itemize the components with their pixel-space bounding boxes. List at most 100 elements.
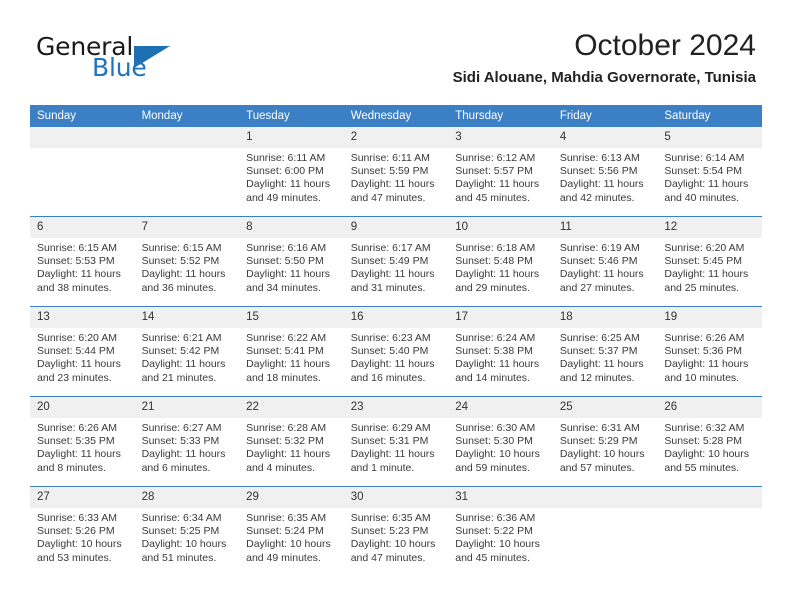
day-cell-inner: 27 Sunrise: 6:33 AM Sunset: 5:26 PM Dayligh… xyxy=(30,487,135,576)
day-details: Sunrise: 6:21 AM Sunset: 5:42 PM Daylight:… xyxy=(135,328,240,385)
calendar-day-cell[interactable]: 15 Sunrise: 6:22 AM Sunset: 5:41 PM Dayligh… xyxy=(239,306,344,397)
calendar-day-cell[interactable]: 18 Sunrise: 6:25 AM Sunset: 5:37 PM Dayligh… xyxy=(552,306,658,397)
weekday-header-tuesday: Tuesday xyxy=(239,105,344,127)
calendar-day-cell[interactable]: 20 Sunrise: 6:26 AM Sunset: 5:35 PM Dayligh… xyxy=(30,396,135,487)
day-number: 30 xyxy=(343,487,449,508)
calendar-day-cell[interactable]: 10 Sunrise: 6:18 AM Sunset: 5:48 PM Dayligh… xyxy=(448,216,553,307)
daylight-text-line1: Daylight: 11 hours xyxy=(559,358,644,371)
calendar-day-cell[interactable]: 12 Sunrise: 6:20 AM Sunset: 5:45 PM Dayligh… xyxy=(657,216,762,307)
day-details: Sunrise: 6:23 AM Sunset: 5:40 PM Daylight:… xyxy=(344,328,449,385)
calendar-day-cell[interactable]: 16 Sunrise: 6:23 AM Sunset: 5:40 PM Dayligh… xyxy=(343,306,449,397)
calendar-day-cell[interactable]: 26 Sunrise: 6:32 AM Sunset: 5:28 PM Dayligh… xyxy=(657,396,762,487)
calendar-day-cell[interactable]: 19 Sunrise: 6:26 AM Sunset: 5:36 PM Dayligh… xyxy=(657,306,762,397)
calendar-day-cell[interactable]: 6 Sunrise: 6:15 AM Sunset: 5:53 PM Daylight… xyxy=(30,216,135,307)
sunset-text: Sunset: 6:00 PM xyxy=(246,165,324,178)
day-number: 10 xyxy=(448,217,553,238)
empty-day-band xyxy=(552,487,658,508)
calendar-day-cell[interactable]: 7 Sunrise: 6:15 AM Sunset: 5:52 PM Daylight… xyxy=(134,216,240,307)
sunrise-text: Sunrise: 6:15 AM xyxy=(141,242,222,254)
calendar-day-cell[interactable]: 30 Sunrise: 6:35 AM Sunset: 5:23 PM Dayligh… xyxy=(343,486,449,576)
calendar-day-cell[interactable]: 29 Sunrise: 6:35 AM Sunset: 5:24 PM Dayligh… xyxy=(239,486,344,576)
daylight-text-line2: and 14 minutes. xyxy=(455,371,530,384)
day-cell-inner: 23 Sunrise: 6:29 AM Sunset: 5:31 PM Dayligh… xyxy=(343,397,449,486)
day-number: 8 xyxy=(239,217,344,238)
sunset-text: Sunset: 5:44 PM xyxy=(37,345,115,358)
calendar-day-cell[interactable]: 25 Sunrise: 6:31 AM Sunset: 5:29 PM Dayligh… xyxy=(552,396,658,487)
day-number: 3 xyxy=(448,127,553,148)
sunset-text: Sunset: 5:37 PM xyxy=(559,345,638,358)
daylight-text-line2: and 51 minutes. xyxy=(141,551,217,564)
location-subtitle: Sidi Alouane, Mahdia Governorate, Tunisi… xyxy=(452,69,756,86)
daylight-text-line2: and 47 minutes. xyxy=(350,551,426,564)
day-cell-inner: 21 Sunrise: 6:27 AM Sunset: 5:33 PM Dayligh… xyxy=(134,397,240,486)
calendar-day-cell[interactable]: 23 Sunrise: 6:29 AM Sunset: 5:31 PM Dayligh… xyxy=(343,396,449,487)
sunset-text: Sunset: 5:42 PM xyxy=(141,345,220,358)
sunset-text: Sunset: 5:41 PM xyxy=(246,345,324,358)
day-number: 19 xyxy=(657,307,762,328)
calendar-day-cell[interactable]: 8 Sunrise: 6:16 AM Sunset: 5:50 PM Daylight… xyxy=(239,216,344,307)
day-details: Sunrise: 6:24 AM Sunset: 5:38 PM Daylight:… xyxy=(448,328,553,385)
day-cell-inner: 11 Sunrise: 6:19 AM Sunset: 5:46 PM Dayligh… xyxy=(552,217,658,306)
calendar-day-cell[interactable]: 31 Sunrise: 6:36 AM Sunset: 5:22 PM Dayligh… xyxy=(448,486,553,576)
daylight-text-line2: and 40 minutes. xyxy=(664,191,740,204)
day-cell-inner: 9 Sunrise: 6:17 AM Sunset: 5:49 PM Daylight… xyxy=(343,217,449,306)
daylight-text-line2: and 12 minutes. xyxy=(559,371,635,384)
calendar-page: General Blue October 2024 Sidi Alouane, … xyxy=(0,0,792,612)
calendar-day-cell[interactable]: 9 Sunrise: 6:17 AM Sunset: 5:49 PM Daylight… xyxy=(343,216,449,307)
page-title: October 2024 xyxy=(574,29,756,62)
sunset-text: Sunset: 5:48 PM xyxy=(455,255,533,268)
daylight-text-line1: Daylight: 11 hours xyxy=(141,358,226,371)
calendar-day-cell[interactable]: 1 Sunrise: 6:11 AM Sunset: 6:00 PM Daylight… xyxy=(239,127,344,217)
sunset-text: Sunset: 5:38 PM xyxy=(455,345,533,358)
day-number: 26 xyxy=(657,397,762,418)
sunrise-text: Sunrise: 6:26 AM xyxy=(664,332,745,344)
calendar-empty-cell xyxy=(657,486,762,576)
sunrise-text: Sunrise: 6:35 AM xyxy=(350,512,431,524)
calendar-day-cell[interactable]: 13 Sunrise: 6:20 AM Sunset: 5:44 PM Dayligh… xyxy=(30,306,135,397)
weekday-header-saturday: Saturday xyxy=(657,105,762,127)
calendar-day-cell[interactable]: 17 Sunrise: 6:24 AM Sunset: 5:38 PM Dayligh… xyxy=(448,306,553,397)
weekday-header-wednesday: Wednesday xyxy=(343,105,449,127)
day-details: Sunrise: 6:14 AM Sunset: 5:54 PM Daylight:… xyxy=(657,148,762,205)
sunset-text: Sunset: 5:23 PM xyxy=(350,525,429,538)
sunrise-text: Sunrise: 6:11 AM xyxy=(350,152,430,164)
calendar-day-cell[interactable]: 4 Sunrise: 6:13 AM Sunset: 5:56 PM Daylight… xyxy=(552,127,658,217)
calendar-day-cell[interactable]: 22 Sunrise: 6:28 AM Sunset: 5:32 PM Dayligh… xyxy=(239,396,344,487)
day-cell-inner: 26 Sunrise: 6:32 AM Sunset: 5:28 PM Dayligh… xyxy=(657,397,762,486)
daylight-text-line1: Daylight: 11 hours xyxy=(559,268,644,281)
sunset-text: Sunset: 5:22 PM xyxy=(455,525,533,538)
calendar-day-cell[interactable]: 27 Sunrise: 6:33 AM Sunset: 5:26 PM Dayligh… xyxy=(30,486,135,576)
calendar-day-cell[interactable]: 24 Sunrise: 6:30 AM Sunset: 5:30 PM Dayligh… xyxy=(448,396,553,487)
day-details: Sunrise: 6:13 AM Sunset: 5:56 PM Daylight:… xyxy=(553,148,658,205)
day-details: Sunrise: 6:27 AM Sunset: 5:33 PM Daylight:… xyxy=(135,418,240,475)
calendar-day-cell[interactable]: 11 Sunrise: 6:19 AM Sunset: 5:46 PM Dayligh… xyxy=(552,216,658,307)
daylight-text-line2: and 36 minutes. xyxy=(141,281,217,294)
sunrise-text: Sunrise: 6:32 AM xyxy=(664,422,745,434)
calendar-day-cell[interactable]: 3 Sunrise: 6:12 AM Sunset: 5:57 PM Daylight… xyxy=(448,127,553,217)
day-details: Sunrise: 6:17 AM Sunset: 5:49 PM Daylight:… xyxy=(344,238,449,295)
daylight-text-line2: and 49 minutes. xyxy=(246,551,321,564)
day-number: 15 xyxy=(239,307,344,328)
sunrise-text: Sunrise: 6:25 AM xyxy=(559,332,640,344)
day-number: 6 xyxy=(30,217,135,238)
daylight-text-line2: and 1 minute. xyxy=(350,461,415,474)
daylight-text-line1: Daylight: 10 hours xyxy=(664,448,750,461)
day-cell-inner xyxy=(134,127,240,216)
day-number: 20 xyxy=(30,397,135,418)
daylight-text-line2: and 49 minutes. xyxy=(246,191,321,204)
day-number: 9 xyxy=(343,217,449,238)
sunrise-text: Sunrise: 6:27 AM xyxy=(141,422,222,434)
empty-day-band xyxy=(30,127,135,148)
calendar-day-cell[interactable]: 5 Sunrise: 6:14 AM Sunset: 5:54 PM Daylight… xyxy=(657,127,762,217)
day-details: Sunrise: 6:16 AM Sunset: 5:50 PM Daylight:… xyxy=(239,238,344,295)
sunset-text: Sunset: 5:53 PM xyxy=(37,255,115,268)
calendar-day-cell[interactable]: 21 Sunrise: 6:27 AM Sunset: 5:33 PM Dayligh… xyxy=(134,396,240,487)
daylight-text-line1: Daylight: 10 hours xyxy=(455,538,540,551)
day-number: 29 xyxy=(239,487,344,508)
calendar-day-cell[interactable]: 14 Sunrise: 6:21 AM Sunset: 5:42 PM Dayligh… xyxy=(134,306,240,397)
calendar-day-cell[interactable]: 28 Sunrise: 6:34 AM Sunset: 5:25 PM Dayligh… xyxy=(134,486,240,576)
sunrise-text: Sunrise: 6:36 AM xyxy=(455,512,536,524)
daylight-text-line2: and 29 minutes. xyxy=(455,281,530,294)
calendar-day-cell[interactable]: 2 Sunrise: 6:11 AM Sunset: 5:59 PM Daylight… xyxy=(343,127,449,217)
calendar-body: 1 Sunrise: 6:11 AM Sunset: 6:00 PM Daylight… xyxy=(30,127,762,576)
